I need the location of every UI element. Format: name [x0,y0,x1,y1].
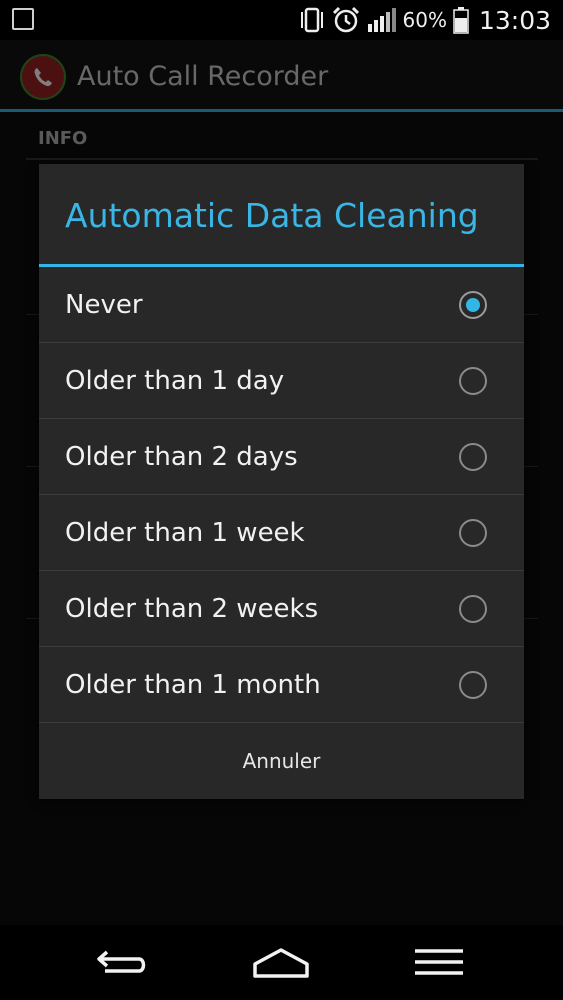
back-icon[interactable] [88,937,158,987]
image-icon [12,8,34,30]
home-icon[interactable] [246,937,316,987]
signal-icon [367,6,397,34]
navigation-bar [0,925,563,1000]
vibrate-icon [299,6,325,34]
dialog-title: Automatic Data Cleaning [65,196,479,235]
status-bar-right: 60% 13:03 [299,0,551,40]
radio-button[interactable] [459,519,487,547]
status-time: 13:03 [478,5,551,35]
status-bar: 60% 13:03 [0,0,563,40]
cancel-button[interactable]: Annuler [39,723,524,799]
radio-button[interactable] [459,443,487,471]
option-label: Older than 2 days [65,442,298,472]
option-label: Older than 2 weeks [65,594,319,624]
option-label: Never [65,290,143,320]
option-2-weeks[interactable]: Older than 2 weeks [39,571,524,647]
option-never[interactable]: Never [39,267,524,343]
battery-icon [453,6,469,34]
option-label: Older than 1 day [65,366,285,396]
radio-button[interactable] [459,595,487,623]
radio-button-checked[interactable] [459,291,487,319]
option-1-month[interactable]: Older than 1 month [39,647,524,723]
option-label: Older than 1 week [65,518,305,548]
radio-dot [466,298,480,312]
option-label: Older than 1 month [65,670,321,700]
option-2-days[interactable]: Older than 2 days [39,419,524,495]
battery-percent: 60% [402,8,447,32]
data-cleaning-dialog: Automatic Data Cleaning Never Older than… [39,164,524,799]
option-1-week[interactable]: Older than 1 week [39,495,524,571]
option-1-day[interactable]: Older than 1 day [39,343,524,419]
alarm-icon [331,6,361,34]
menu-icon[interactable] [404,937,474,987]
radio-button[interactable] [459,367,487,395]
radio-button[interactable] [459,671,487,699]
